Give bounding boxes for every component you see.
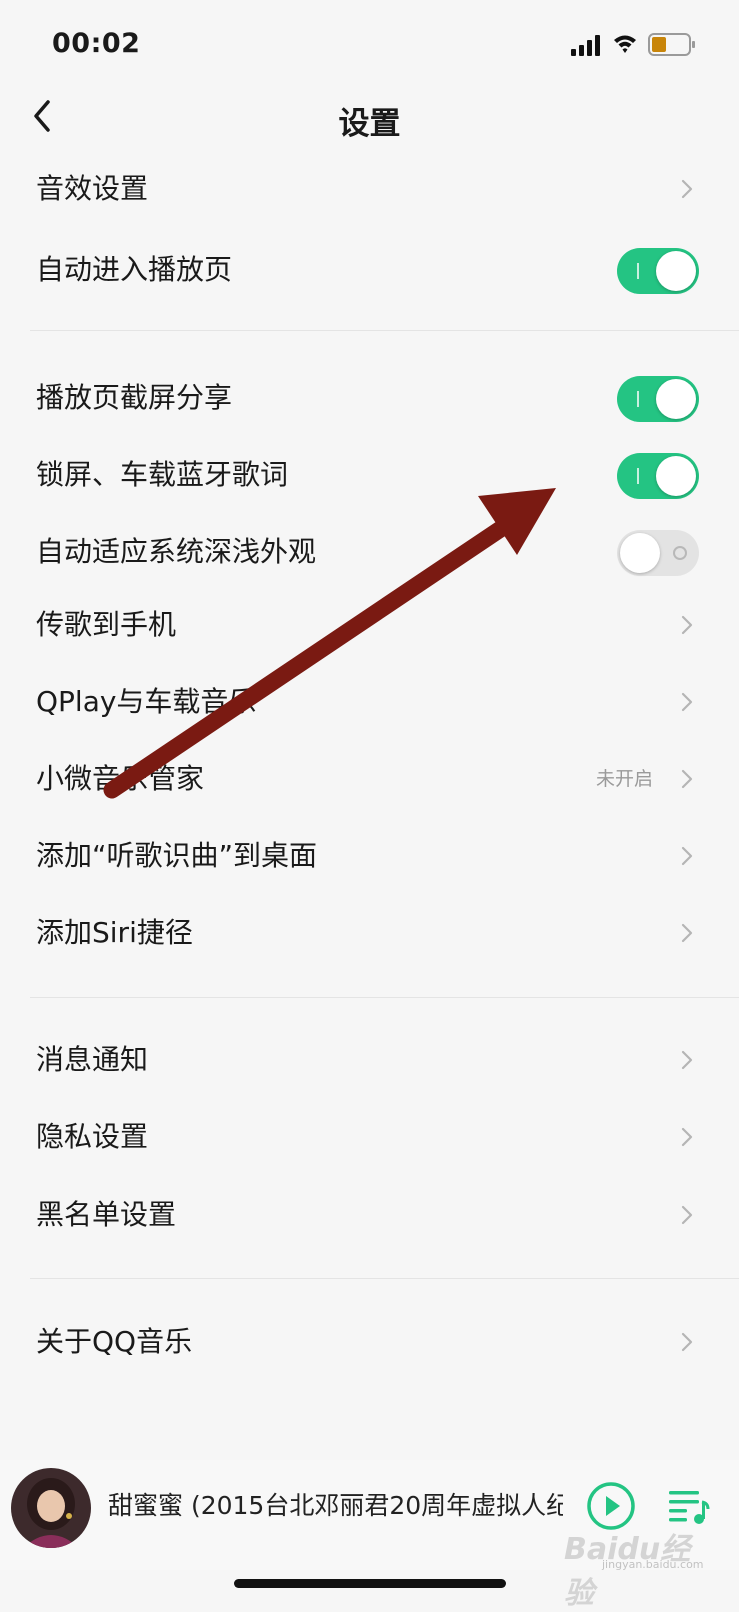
chevron-right-icon bbox=[681, 1050, 693, 1070]
playlist-icon bbox=[669, 1491, 710, 1524]
transfer-to-phone-label: 传歌到手机 bbox=[36, 608, 177, 641]
section-divider bbox=[30, 997, 739, 998]
lockscreen-lyrics-row: 锁屏、车载蓝牙歌词 bbox=[0, 445, 739, 505]
about-label: 关于QQ音乐 bbox=[36, 1325, 193, 1358]
sound-effects-row[interactable]: 音效设置 bbox=[0, 159, 739, 219]
add-recognize-row[interactable]: 添加“听歌识曲”到桌面 bbox=[0, 826, 739, 886]
chevron-right-icon bbox=[681, 769, 693, 789]
chevron-right-icon bbox=[681, 923, 693, 943]
album-cover[interactable] bbox=[11, 1468, 91, 1548]
auto-dark-mode-row: 自动适应系统深浅外观 bbox=[0, 522, 739, 582]
toggle-knob bbox=[656, 379, 696, 419]
auto-enter-player-toggle[interactable] bbox=[617, 248, 699, 294]
status-icons bbox=[571, 33, 695, 56]
xiaowei-label: 小微音乐管家 bbox=[36, 762, 205, 795]
chevron-right-icon bbox=[681, 179, 693, 199]
section-divider bbox=[30, 1278, 739, 1279]
screenshot-share-toggle[interactable] bbox=[617, 376, 699, 422]
status-time: 00:02 bbox=[52, 28, 141, 59]
playlist-button[interactable] bbox=[666, 1484, 710, 1528]
notifications-label: 消息通知 bbox=[36, 1043, 149, 1076]
chevron-right-icon bbox=[681, 692, 693, 712]
section-divider bbox=[30, 330, 739, 331]
auto-enter-player-row: 自动进入播放页 bbox=[0, 240, 739, 300]
add-recognize-label: 添加“听歌识曲”到桌面 bbox=[36, 839, 318, 872]
privacy-row[interactable]: 隐私设置 bbox=[0, 1107, 739, 1167]
play-icon bbox=[606, 1496, 620, 1516]
chevron-right-icon bbox=[681, 1205, 693, 1225]
status-bar: 00:02 bbox=[0, 0, 739, 88]
auto-dark-mode-label: 自动适应系统深浅外观 bbox=[36, 535, 317, 568]
blacklist-label: 黑名单设置 bbox=[36, 1198, 177, 1231]
toggle-knob bbox=[656, 251, 696, 291]
screenshot-share-label: 播放页截屏分享 bbox=[36, 381, 233, 414]
chevron-right-icon bbox=[681, 615, 693, 635]
lockscreen-lyrics-toggle[interactable] bbox=[617, 453, 699, 499]
nav-bar: 设置 bbox=[0, 88, 739, 150]
mini-player: 甜蜜蜜 (2015台北邓丽君20周年虚拟人纪念演唱会 bbox=[0, 1460, 739, 1570]
xiaowei-status: 未开启 bbox=[595, 768, 653, 790]
toggle-knob bbox=[620, 533, 660, 573]
wifi-icon bbox=[614, 35, 636, 53]
home-indicator[interactable] bbox=[234, 1579, 506, 1588]
screenshot-share-row: 播放页截屏分享 bbox=[0, 368, 739, 428]
auto-dark-mode-toggle[interactable] bbox=[617, 530, 699, 576]
add-siri-row[interactable]: 添加Siri捷径 bbox=[0, 903, 739, 963]
lockscreen-lyrics-label: 锁屏、车载蓝牙歌词 bbox=[36, 458, 289, 491]
song-title[interactable]: 甜蜜蜜 (2015台北邓丽君20周年虚拟人纪念演唱会 bbox=[108, 1480, 563, 1532]
battery-icon bbox=[648, 33, 695, 56]
add-siri-label: 添加Siri捷径 bbox=[36, 916, 193, 949]
signal-icon bbox=[571, 35, 600, 56]
chevron-right-icon bbox=[681, 1332, 693, 1352]
chevron-right-icon bbox=[681, 846, 693, 866]
sound-effects-label: 音效设置 bbox=[36, 172, 149, 205]
toggle-knob bbox=[656, 456, 696, 496]
chevron-right-icon bbox=[681, 1127, 693, 1147]
about-row[interactable]: 关于QQ音乐 bbox=[0, 1312, 739, 1372]
page-title: 设置 bbox=[338, 106, 401, 142]
qplay-car-label: QPlay与车载音乐 bbox=[36, 685, 257, 718]
notifications-row[interactable]: 消息通知 bbox=[0, 1030, 739, 1090]
privacy-label: 隐私设置 bbox=[36, 1120, 149, 1153]
qplay-car-row[interactable]: QPlay与车载音乐 bbox=[0, 672, 739, 732]
auto-enter-player-label: 自动进入播放页 bbox=[36, 253, 233, 286]
play-button[interactable] bbox=[586, 1481, 636, 1531]
transfer-to-phone-row[interactable]: 传歌到手机 bbox=[0, 595, 739, 655]
xiaowei-row[interactable]: 小微音乐管家 未开启 bbox=[0, 749, 739, 809]
blacklist-row[interactable]: 黑名单设置 bbox=[0, 1185, 739, 1245]
